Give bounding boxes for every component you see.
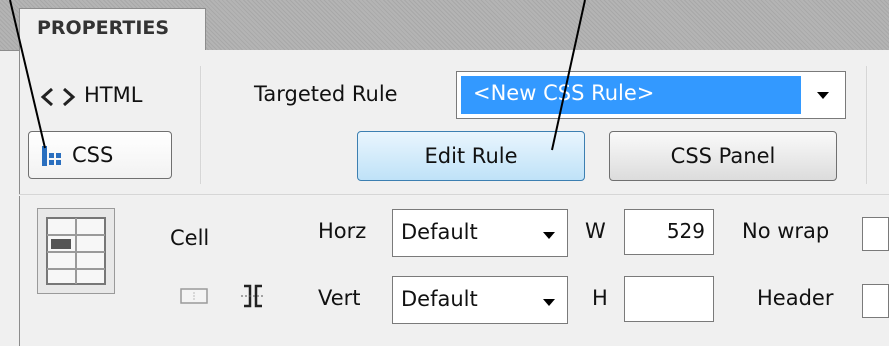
callout-line-edit-rule <box>551 0 586 151</box>
callout-line-css <box>9 0 46 149</box>
annotation-lines <box>9 0 586 151</box>
